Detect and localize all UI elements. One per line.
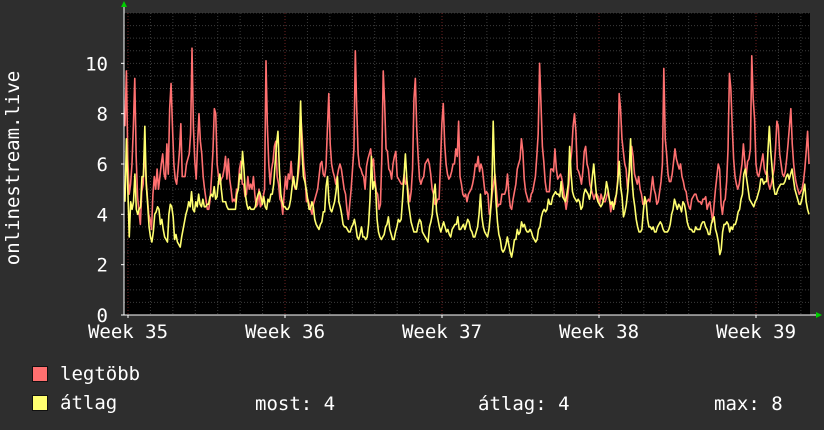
stat-maximum: max: 8 [714,393,783,415]
x-tick-label: Week 36 [245,321,325,343]
stat-average-label: átlag: [478,393,547,415]
y-axis-label-box: onlinestream.live [2,60,24,275]
y-tick-label: 10 [85,53,108,75]
x-tick-label: Week 39 [716,321,796,343]
legend-label-avg: átlag [60,392,118,414]
y-axis-label: onlinestream.live [2,70,24,265]
stat-maximum-label: max: [714,393,760,415]
legend-swatch-avg [32,395,48,411]
legend-label-max: legtöbb [60,363,141,385]
x-tick-label: Week 38 [559,321,639,343]
stat-average-value: 4 [558,393,570,415]
stat-average: átlag: 4 [478,393,570,415]
x-tick-label: Week 37 [402,321,482,343]
y-tick-label: 4 [97,204,108,226]
legend-item-max: legtöbb [32,363,141,385]
x-tick-label: Week 35 [88,321,168,343]
y-axis-arrow [121,1,127,7]
stat-current-label: most: [255,393,313,415]
stat-maximum-value: 8 [771,393,783,415]
stat-current-value: 4 [323,393,336,415]
legend-item-avg: átlag [32,392,118,414]
x-axis-arrow [816,312,822,318]
stat-current: most: 4 [255,393,335,415]
y-tick-label: 6 [97,154,108,176]
y-tick-label: 2 [97,255,108,277]
y-tick-label: 8 [97,104,108,126]
legend-swatch-max [32,366,48,382]
